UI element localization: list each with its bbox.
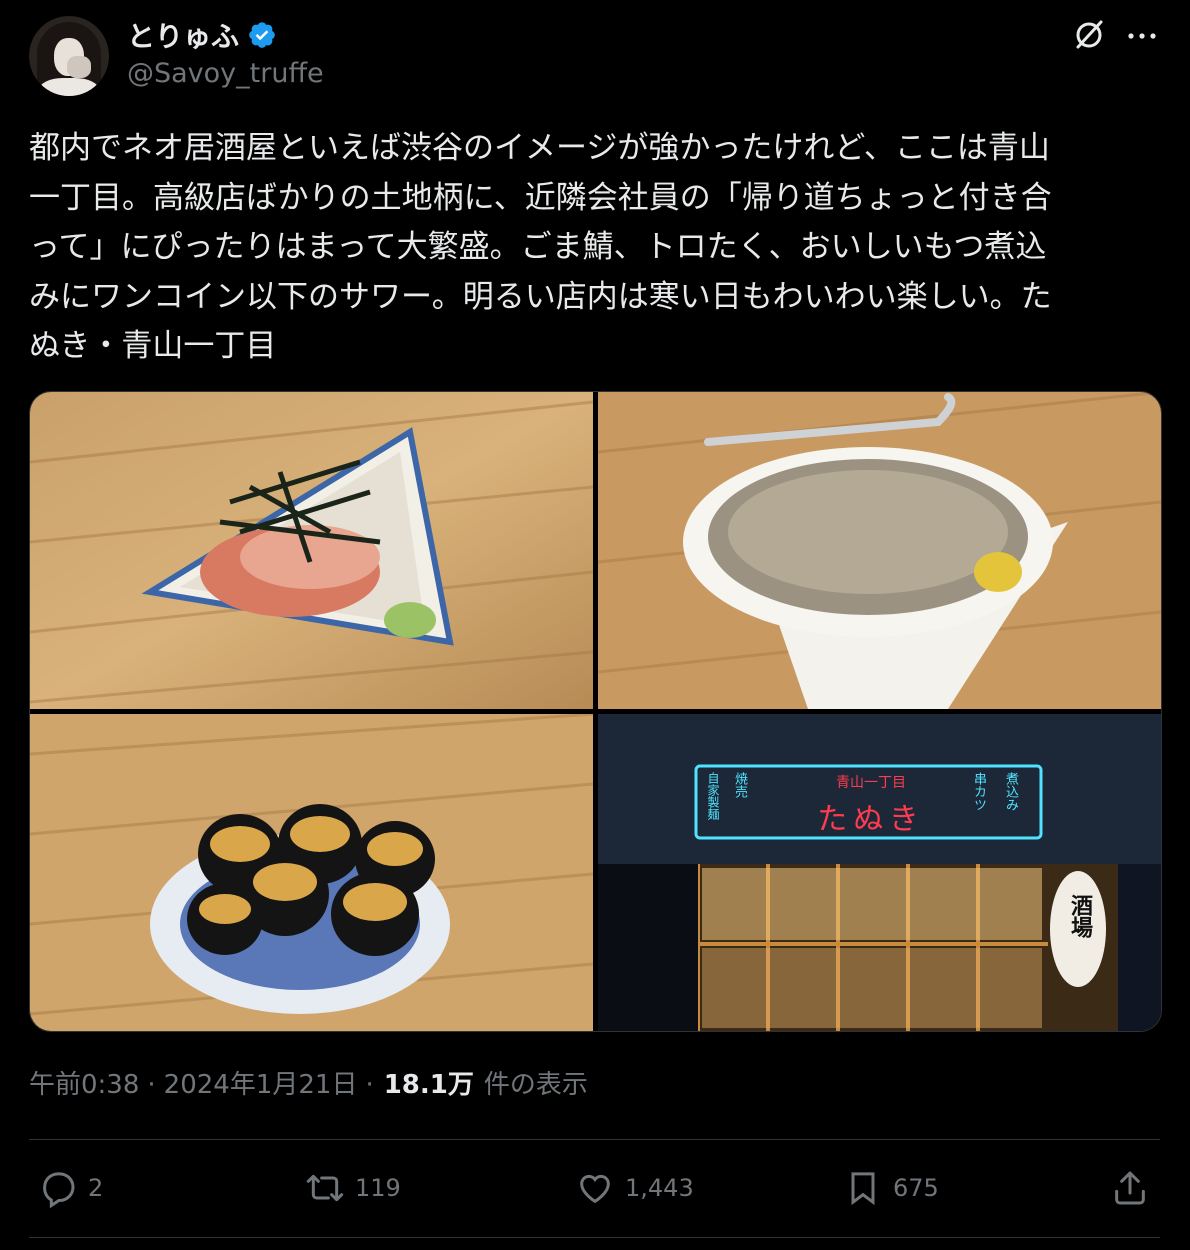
photo-storefront-image: [598, 714, 1161, 1031]
photo-rolls[interactable]: [30, 714, 593, 1031]
tweet-header: とりゅふ @Savoy_truffe: [0, 0, 1190, 110]
action-bar: 2 119 1,443 675: [0, 1160, 1190, 1220]
sign-left-col2: 焼売: [732, 772, 747, 798]
tweet-meta: 午前0:38 · 2024年1月21日 · 18.1万 件の表示: [29, 1064, 588, 1101]
avatar[interactable]: [29, 16, 109, 96]
photo-yam-dish-image: [598, 392, 1161, 709]
tweet-time[interactable]: 午前0:38: [29, 1064, 139, 1101]
bookmark-count: 675: [893, 1174, 939, 1202]
lantern-text: 酒場: [1067, 894, 1092, 938]
bookmark-button[interactable]: 675: [843, 1168, 939, 1208]
sign-center-big: たぬき: [817, 802, 925, 837]
sign-center-small: 青山一丁目: [836, 775, 906, 791]
retweet-icon: [306, 1174, 344, 1202]
photo-storefront[interactable]: 自家製麺 焼売 青山一丁目 たぬき 串カツ 煮込み 酒場: [598, 714, 1161, 1031]
sign-right-col2: 煮込み: [1003, 772, 1018, 811]
name-row: とりゅふ: [127, 15, 277, 55]
reply-button[interactable]: 2: [38, 1168, 103, 1208]
reply-count: 2: [88, 1174, 104, 1202]
verified-badge-icon: [249, 22, 275, 48]
share-icon: [1115, 1171, 1145, 1205]
divider-bottom: [29, 1237, 1160, 1238]
bookmark-icon: [851, 1172, 875, 1206]
tweet-date[interactable]: 2024年1月21日: [164, 1064, 358, 1101]
user-handle[interactable]: @Savoy_truffe: [127, 58, 324, 89]
photo-yam-dish[interactable]: [598, 392, 1161, 709]
sign-right-col1: 串カツ: [971, 772, 986, 811]
tweet-text: 都内でネオ居酒屋といえば渋谷のイメージが強かったけれど、ここは青山 一丁目。高級…: [29, 130, 1052, 364]
share-button[interactable]: [1110, 1168, 1150, 1208]
like-button[interactable]: 1,443: [575, 1168, 694, 1208]
photo-rolls-image: [30, 714, 593, 1031]
neon-sign: 自家製麺 焼売 青山一丁目 たぬき 串カツ 煮込み: [696, 766, 1041, 838]
grok-icon[interactable]: [1071, 17, 1107, 53]
sign-left-col1: 自家製麺: [706, 772, 720, 820]
avatar-body: [39, 78, 99, 96]
avatar-hand: [67, 56, 91, 78]
meta-separator-1: ·: [147, 1070, 156, 1100]
like-count: 1,443: [625, 1174, 694, 1202]
display-name[interactable]: とりゅふ: [127, 15, 239, 55]
photo-sashimi-image: [30, 392, 593, 709]
reply-icon: [43, 1172, 75, 1208]
more-options-icon[interactable]: [1124, 18, 1160, 54]
view-label: 件の表示: [483, 1070, 588, 1100]
meta-separator-2: ·: [365, 1070, 374, 1100]
photo-sashimi[interactable]: [30, 392, 593, 709]
divider-top: [29, 1139, 1160, 1140]
retweet-button[interactable]: 119: [305, 1168, 401, 1208]
retweet-count: 119: [355, 1174, 401, 1202]
media-grid: 自家製麺 焼売 青山一丁目 たぬき 串カツ 煮込み 酒場: [29, 391, 1162, 1032]
view-count: 18.1万: [383, 1070, 474, 1100]
like-icon: [580, 1174, 610, 1204]
